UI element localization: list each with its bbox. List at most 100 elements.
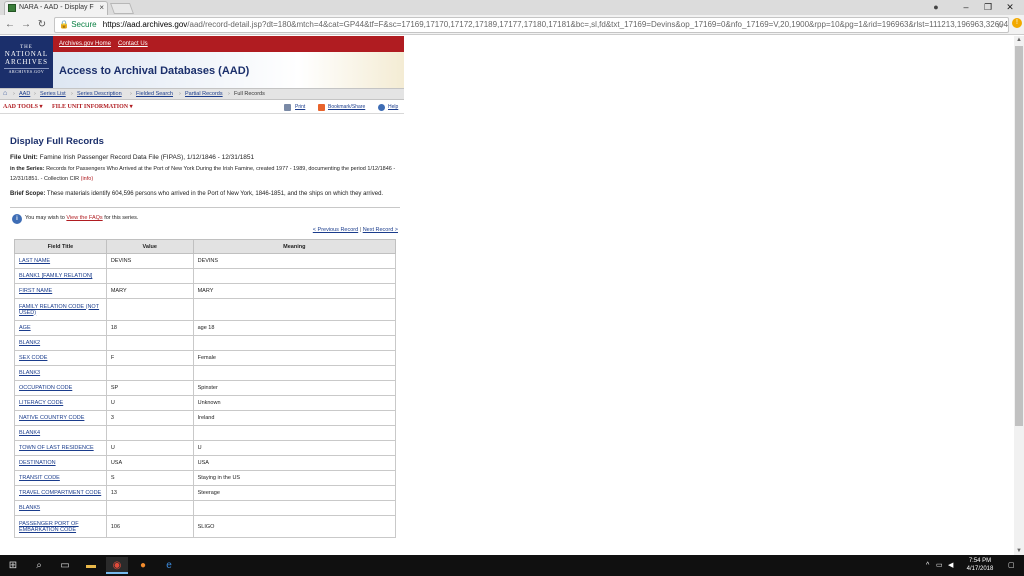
- breadcrumb-series-description[interactable]: Series Description: [77, 89, 122, 99]
- scroll-up-icon[interactable]: ▲: [1014, 36, 1024, 44]
- value-cell: [105, 365, 194, 381]
- field-title-link[interactable]: LITERACY CODE: [19, 400, 63, 406]
- chrome-icon[interactable]: ◉: [106, 557, 128, 574]
- bookmark-star-icon[interactable]: ☆: [996, 18, 1004, 32]
- reload-icon[interactable]: ↻: [35, 18, 49, 32]
- previous-record-link[interactable]: < Previous Record: [313, 227, 358, 233]
- browser-tab[interactable]: NARA - AAD - Display F ×: [4, 1, 108, 15]
- task-view-icon[interactable]: ▭: [54, 557, 76, 574]
- extension-alert-icon[interactable]: !: [1012, 18, 1022, 28]
- field-title-link[interactable]: BLANK5: [19, 505, 40, 511]
- new-tab-button[interactable]: [109, 3, 135, 14]
- field-title-link[interactable]: TRANSIT CODE: [19, 475, 60, 481]
- breadcrumb-partial-records[interactable]: Partial Records: [185, 89, 223, 99]
- meaning-cell: Ireland: [192, 410, 397, 426]
- field-title-link[interactable]: BLANK1 [FAMILY RELATION]: [19, 273, 92, 279]
- edge-icon[interactable]: e: [158, 557, 180, 574]
- scroll-thumb[interactable]: [1015, 46, 1023, 426]
- firefox-icon[interactable]: ●: [132, 557, 154, 574]
- help-link[interactable]: Help: [388, 100, 398, 114]
- url-path: /aad/record-detail.jsp?dt=180&mtch=4&cat…: [187, 20, 1009, 29]
- network-icon[interactable]: ▭: [936, 555, 943, 576]
- notifications-icon[interactable]: ▢: [1008, 555, 1015, 576]
- bookmark-share-link[interactable]: Bookmark/Share: [328, 100, 365, 114]
- page-viewport: THE NATIONAL ARCHIVES ARCHIVES.GOV Archi…: [0, 36, 1014, 555]
- field-title-cell: NATIVE COUNTRY CODE: [14, 410, 107, 426]
- windows-start-icon[interactable]: ⊞: [2, 557, 24, 574]
- field-title-link[interactable]: AGE: [19, 325, 31, 331]
- logo-national: NATIONAL: [4, 50, 49, 58]
- breadcrumb-series-list[interactable]: Series List: [40, 89, 66, 99]
- system-clock[interactable]: 7:54 PM 4/17/2018: [960, 557, 1000, 573]
- field-title-link[interactable]: BLANK2: [19, 340, 40, 346]
- field-title-cell: TOWN OF LAST RESIDENCE: [14, 440, 107, 456]
- contact-us-link[interactable]: Contact Us: [118, 41, 148, 47]
- breadcrumb-aad[interactable]: AAD: [19, 89, 30, 99]
- table-row: BLANK2: [14, 335, 397, 351]
- aad-tools-menu[interactable]: AAD TOOLS ▾: [3, 100, 42, 114]
- field-title-cell: TRANSIT CODE: [14, 470, 107, 486]
- meaning-cell: [192, 335, 397, 351]
- search-icon[interactable]: ⌕: [28, 557, 50, 574]
- file-unit-value: Famine Irish Passenger Record Data File …: [39, 154, 255, 161]
- forward-icon[interactable]: →: [19, 18, 33, 32]
- volume-icon[interactable]: ◀: [948, 555, 953, 576]
- table-row: LITERACY CODE U Unknown: [14, 395, 397, 411]
- profile-icon[interactable]: ●: [930, 1, 942, 13]
- archives-home-link[interactable]: Archives.gov Home: [59, 41, 111, 47]
- breadcrumb-fielded-search[interactable]: Fielded Search: [136, 89, 173, 99]
- page-scrollbar[interactable]: ▲ ▼: [1014, 36, 1024, 555]
- breadcrumb-full-records: Full Records: [234, 91, 265, 97]
- series-label: in the Series:: [10, 166, 45, 172]
- field-title-link[interactable]: DESTINATION: [19, 460, 56, 466]
- field-title-link[interactable]: PASSENGER PORT OF EMBARKATION CODE: [19, 521, 79, 533]
- field-title-cell: FAMILY RELATION CODE (NOT USED): [14, 298, 107, 321]
- address-bar[interactable]: 🔒 Secure https://aad.archives.gov/aad/re…: [54, 17, 1009, 33]
- field-title-link[interactable]: NATIVE COUNTRY CODE: [19, 415, 84, 421]
- table-row: TRAVEL COMPARTMENT CODE 13 Steerage: [14, 485, 397, 501]
- table-row: BLANK5: [14, 500, 397, 516]
- field-title-link[interactable]: BLANK4: [19, 430, 40, 436]
- field-title-link[interactable]: TRAVEL COMPARTMENT CODE: [19, 490, 101, 496]
- browser-toolbar: ← → ↻ 🔒 Secure https://aad.archives.gov/…: [0, 15, 1024, 35]
- meaning-cell: [192, 365, 397, 381]
- home-icon[interactable]: ⌂: [3, 90, 12, 98]
- site-favicon-icon: [8, 4, 16, 12]
- value-cell: 3: [105, 410, 194, 426]
- tray-expand-icon[interactable]: ^: [926, 555, 929, 576]
- tab-close-icon[interactable]: ×: [99, 2, 104, 14]
- value-cell: F: [105, 350, 194, 366]
- next-record-link[interactable]: Next Record >: [363, 227, 398, 233]
- field-title-link[interactable]: BLANK3: [19, 370, 40, 376]
- value-cell: 13: [105, 485, 194, 501]
- print-icon[interactable]: [284, 104, 291, 111]
- record-nav-separator: |: [359, 227, 362, 233]
- field-title-cell: BLANK3: [14, 365, 107, 381]
- field-title-link[interactable]: FAMILY RELATION CODE (NOT USED): [19, 304, 99, 316]
- field-title-link[interactable]: LAST NAME: [19, 258, 50, 264]
- field-title-cell: OCCUPATION CODE: [14, 380, 107, 396]
- field-title-link[interactable]: SEX CODE: [19, 355, 47, 361]
- table-row: FAMILY RELATION CODE (NOT USED): [14, 298, 397, 321]
- file-explorer-icon[interactable]: ▬: [80, 557, 102, 574]
- scope-label: Brief Scope:: [10, 191, 46, 197]
- file-unit-information-menu[interactable]: FILE UNIT INFORMATION ▾: [52, 100, 133, 114]
- bookmark-share-icon[interactable]: [318, 104, 325, 111]
- site-banner: Access to Archival Databases (AAD): [53, 52, 404, 88]
- print-link[interactable]: Print: [295, 100, 305, 114]
- series-info-link[interactable]: (info): [81, 176, 94, 182]
- field-title-link[interactable]: OCCUPATION CODE: [19, 385, 72, 391]
- view-faqs-link[interactable]: View the FAQs: [66, 215, 102, 221]
- help-icon[interactable]: [378, 104, 385, 111]
- close-window-icon[interactable]: ✕: [996, 0, 1024, 15]
- top-link-bar: Archives.gov Home Contact Us: [53, 36, 404, 52]
- scroll-down-icon[interactable]: ▼: [1014, 547, 1024, 555]
- brief-scope: Brief Scope: These materials identify 60…: [10, 189, 400, 199]
- value-cell: SP: [105, 380, 194, 396]
- field-title-link[interactable]: FIRST NAME: [19, 288, 52, 294]
- field-title-link[interactable]: TOWN OF LAST RESIDENCE: [19, 445, 94, 451]
- back-icon[interactable]: ←: [3, 18, 17, 32]
- file-unit-label: File Unit:: [10, 154, 38, 161]
- table-row: BLANK1 [FAMILY RELATION]: [14, 268, 397, 284]
- nara-logo[interactable]: THE NATIONAL ARCHIVES ARCHIVES.GOV: [0, 36, 53, 88]
